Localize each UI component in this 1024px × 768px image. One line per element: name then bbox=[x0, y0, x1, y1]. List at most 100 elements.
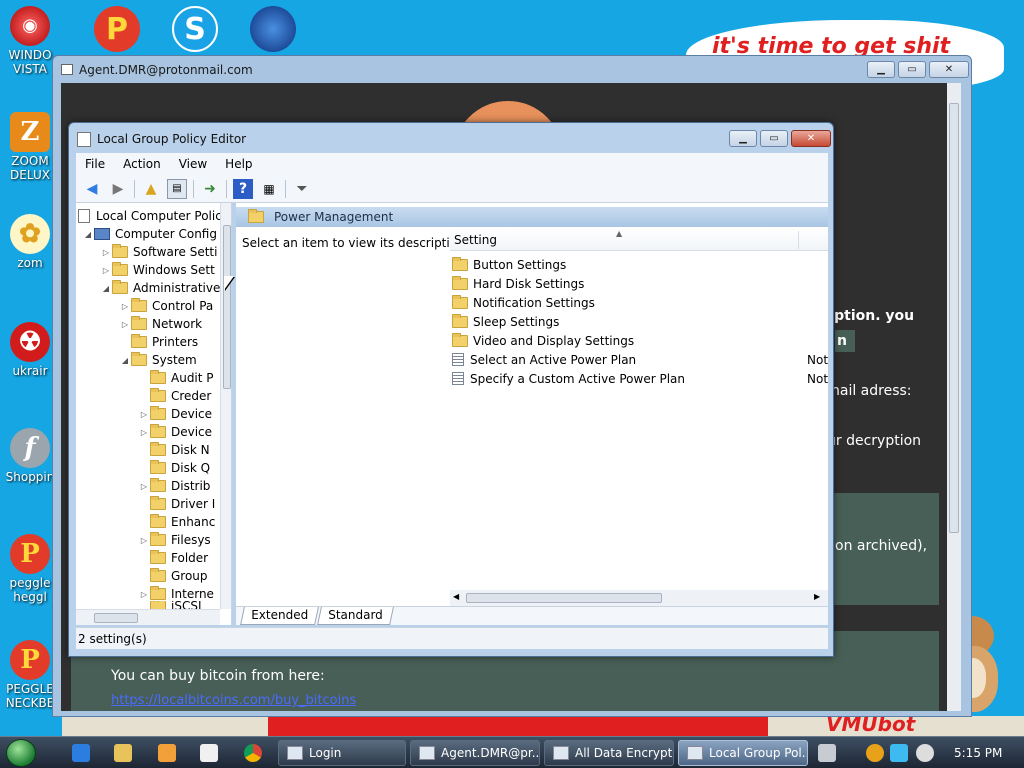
tree-horizontal-scrollbar[interactable] bbox=[76, 609, 220, 625]
setting-row[interactable]: Sleep Settings bbox=[452, 312, 828, 331]
taskbar-button-all-data-encrypted[interactable]: All Data Encrypt... bbox=[544, 740, 674, 766]
scroll-left-icon[interactable]: ◀ bbox=[453, 592, 459, 601]
tree-item[interactable]: ▷ Network bbox=[119, 315, 202, 333]
tree-item[interactable]: Group bbox=[138, 567, 208, 585]
chrome-icon[interactable] bbox=[244, 744, 262, 762]
paint-icon[interactable] bbox=[200, 744, 218, 762]
column-divider[interactable] bbox=[798, 231, 799, 249]
tree-item[interactable]: ▷ Windows Sett bbox=[100, 261, 215, 279]
close-button[interactable]: ✕ bbox=[929, 61, 969, 78]
tree-item[interactable]: Folder bbox=[138, 549, 208, 567]
desktop-icon-ukrain[interactable]: ☢ ukrair bbox=[2, 322, 58, 378]
setting-row[interactable]: Select an Active Power Plan Not bbox=[452, 350, 828, 369]
setting-row[interactable]: Video and Display Settings bbox=[452, 331, 828, 350]
bitcoin-link[interactable]: https://localbitcoins.com/buy_bitcoins bbox=[111, 693, 356, 708]
expanded-arrow-icon[interactable]: ◢ bbox=[100, 284, 112, 293]
menu-file[interactable]: File bbox=[76, 157, 114, 171]
tab-extended[interactable]: Extended bbox=[240, 607, 319, 625]
collapsed-arrow-icon[interactable]: ▷ bbox=[100, 248, 112, 257]
collapsed-arrow-icon[interactable]: ▷ bbox=[138, 536, 150, 545]
scrollbar-thumb[interactable] bbox=[94, 613, 138, 623]
tree-item[interactable]: Audit P bbox=[138, 369, 214, 387]
tree-item[interactable]: ▷ Distrib bbox=[138, 477, 210, 495]
taskbar-button-agent[interactable]: Agent.DMR@pr... bbox=[410, 740, 540, 766]
tree-item[interactable]: ◢ System bbox=[119, 351, 197, 369]
desktop-icon-zoom-deluxe[interactable]: Z ZOOM DELUX bbox=[2, 112, 58, 182]
volume-icon[interactable] bbox=[916, 744, 934, 762]
tree-item[interactable]: Creder bbox=[138, 387, 211, 405]
export-list-icon[interactable]: ➜ bbox=[200, 179, 220, 199]
taskbar-extra-icon[interactable] bbox=[818, 744, 836, 762]
skype-icon[interactable]: S bbox=[172, 6, 218, 52]
desktop-icon-shopping[interactable]: f Shoppin bbox=[2, 428, 58, 484]
properties-icon[interactable]: ▦ bbox=[259, 179, 279, 199]
tree-item[interactable]: ▷ Software Setti bbox=[100, 243, 217, 261]
help-icon[interactable]: ? bbox=[233, 178, 253, 199]
search-icon[interactable] bbox=[866, 744, 884, 762]
collapsed-arrow-icon[interactable]: ▷ bbox=[119, 302, 131, 311]
collapsed-arrow-icon[interactable]: ▷ bbox=[138, 482, 150, 491]
tree-item[interactable]: ▷ Device bbox=[138, 405, 212, 423]
show-hide-tree-icon[interactable]: ▤ bbox=[167, 178, 187, 199]
navigation-tree[interactable]: Local Computer Polic ◢ Computer Config ▷… bbox=[76, 203, 232, 625]
agent-vscroll[interactable] bbox=[947, 83, 961, 711]
globe-icon[interactable] bbox=[250, 6, 296, 52]
forward-icon[interactable]: ▶ bbox=[108, 179, 128, 199]
network-icon[interactable] bbox=[890, 744, 908, 762]
taskbar-button-group-policy[interactable]: Local Group Pol... bbox=[678, 740, 808, 766]
peggle-top-icon[interactable]: P bbox=[94, 6, 140, 52]
list-horizontal-scrollbar[interactable]: ◀ ▶ bbox=[450, 590, 828, 606]
tree-item[interactable]: Printers bbox=[119, 333, 198, 351]
taskbar-button-login[interactable]: Login bbox=[278, 740, 406, 766]
menu-action[interactable]: Action bbox=[114, 157, 170, 171]
maximize-button[interactable]: ▭ bbox=[898, 61, 926, 78]
close-button[interactable]: ✕ bbox=[791, 130, 831, 147]
tree-item[interactable]: Disk N bbox=[138, 441, 210, 459]
minimize-button[interactable]: ▁ bbox=[729, 130, 757, 147]
group-policy-editor-window[interactable]: Local Group Policy Editor ▁ ▭ ✕ File Act… bbox=[68, 122, 834, 657]
menu-help[interactable]: Help bbox=[216, 157, 261, 171]
collapsed-arrow-icon[interactable]: ▷ bbox=[138, 590, 150, 599]
desktop-icon-peggle-neckbeard[interactable]: P PEGGLE NECKBE bbox=[2, 640, 58, 710]
collapsed-arrow-icon[interactable]: ▷ bbox=[138, 428, 150, 437]
minimize-button[interactable]: ▁ bbox=[867, 61, 895, 78]
tree-item[interactable]: ◢ Computer Config bbox=[82, 225, 217, 243]
tree-item[interactable]: ▷ Control Pa bbox=[119, 297, 213, 315]
tree-item[interactable]: ▷ Filesys bbox=[138, 531, 211, 549]
maximize-button[interactable]: ▭ bbox=[760, 130, 788, 147]
folder-icon bbox=[150, 550, 166, 564]
setting-row[interactable]: Button Settings bbox=[452, 255, 828, 274]
tree-item[interactable]: Local Computer Polic bbox=[78, 207, 222, 225]
menu-view[interactable]: View bbox=[170, 157, 216, 171]
desktop-icon-windows-vista[interactable]: ◉ WINDO VISTA bbox=[2, 6, 58, 76]
setting-row[interactable]: Notification Settings bbox=[452, 293, 828, 312]
expanded-arrow-icon[interactable]: ◢ bbox=[82, 230, 94, 239]
internet-explorer-icon[interactable] bbox=[72, 744, 90, 762]
desktop-icon-zom[interactable]: ✿ zom bbox=[2, 214, 58, 270]
tree-item[interactable]: ▷ Device bbox=[138, 423, 212, 441]
collapsed-arrow-icon[interactable]: ▷ bbox=[119, 320, 131, 329]
desktop-icon-peggle[interactable]: P peggle heggl bbox=[2, 534, 58, 604]
expanded-arrow-icon[interactable]: ◢ bbox=[119, 356, 131, 365]
tab-standard[interactable]: Standard bbox=[317, 607, 394, 625]
column-header-setting[interactable]: Setting ▲ bbox=[450, 229, 828, 251]
media-player-icon[interactable] bbox=[158, 744, 176, 762]
up-folder-icon[interactable]: ▲ bbox=[141, 179, 161, 199]
explorer-folder-icon[interactable] bbox=[114, 744, 132, 762]
taskbar-clock[interactable]: 5:15 PM bbox=[954, 746, 1002, 760]
scrollbar-thumb[interactable] bbox=[223, 225, 231, 389]
tree-item[interactable]: Driver I bbox=[138, 495, 215, 513]
scroll-right-icon[interactable]: ▶ bbox=[814, 592, 820, 601]
tree-item[interactable]: Disk Q bbox=[138, 459, 210, 477]
tree-vertical-scrollbar[interactable] bbox=[220, 203, 231, 609]
setting-row[interactable]: Specify a Custom Active Power Plan Not bbox=[452, 369, 828, 388]
scrollbar-thumb[interactable] bbox=[466, 593, 662, 603]
collapsed-arrow-icon[interactable]: ▷ bbox=[100, 266, 112, 275]
tree-item[interactable]: Enhanc bbox=[138, 513, 215, 531]
back-icon[interactable]: ◀ bbox=[82, 179, 102, 199]
filter-icon[interactable]: ⏷ bbox=[292, 179, 312, 199]
setting-row[interactable]: Hard Disk Settings bbox=[452, 274, 828, 293]
tree-item[interactable]: ◢ Administrative bbox=[100, 279, 220, 297]
start-button[interactable] bbox=[6, 739, 36, 767]
collapsed-arrow-icon[interactable]: ▷ bbox=[138, 410, 150, 419]
